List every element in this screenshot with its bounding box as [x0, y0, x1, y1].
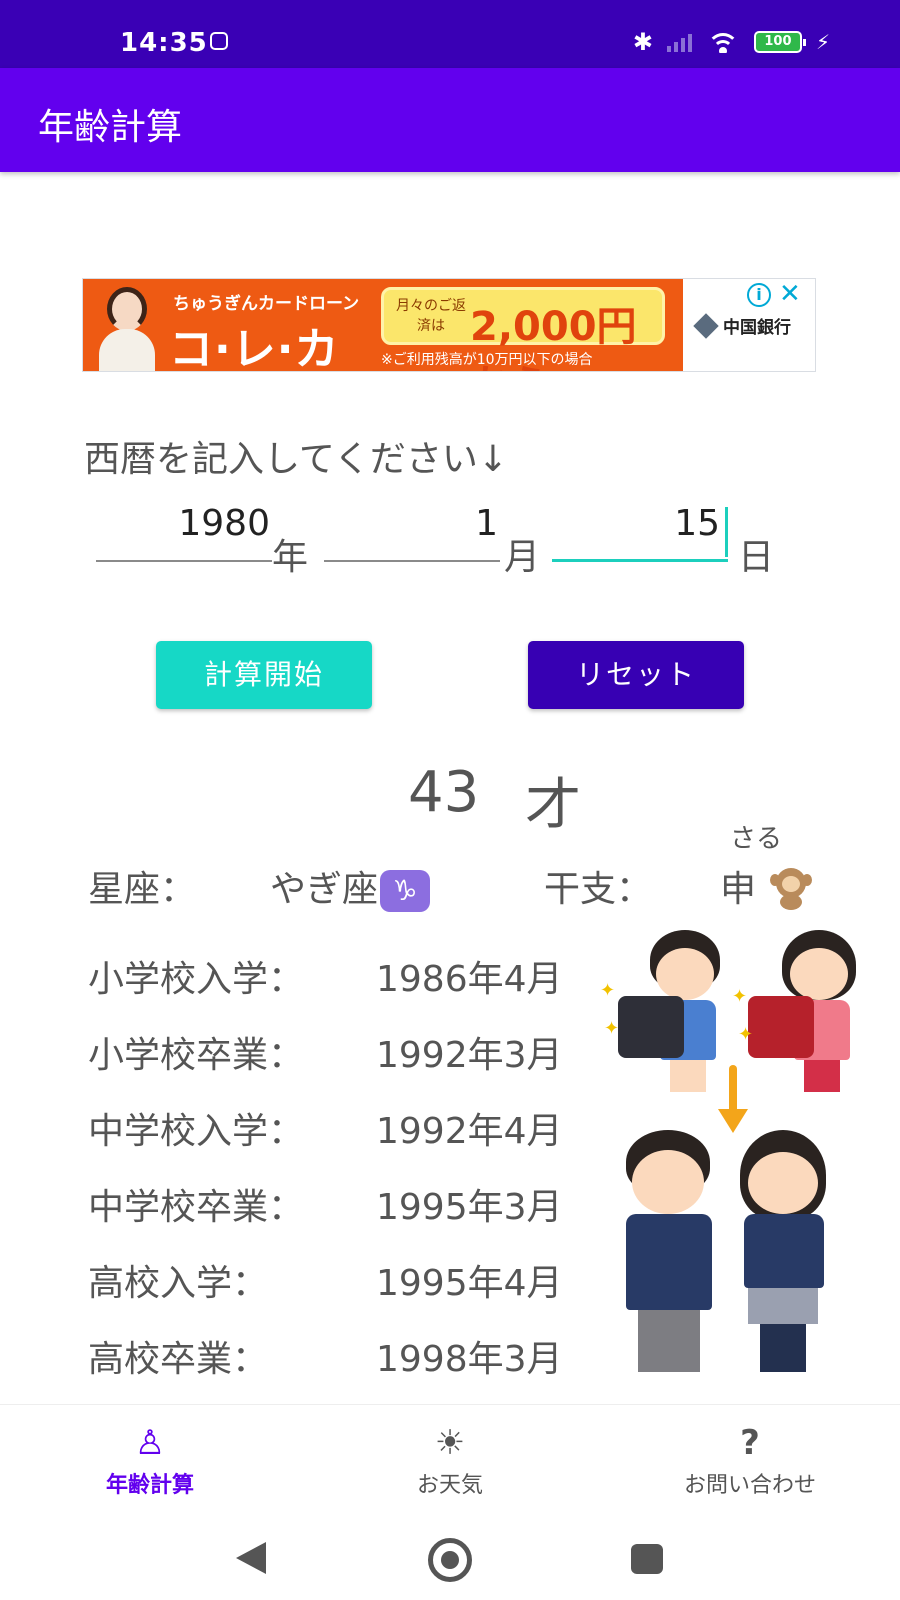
back-icon[interactable] [236, 1542, 266, 1574]
high-school-entry-label: 高校入学： [88, 1263, 269, 1304]
notification-icon [210, 32, 228, 50]
app-bar: 年齢計算 [0, 68, 900, 172]
app-title: 年齢計算 [38, 107, 183, 148]
sparkle-icon: ✦ [604, 1018, 620, 1039]
constellation-label: 星座： [88, 869, 197, 910]
age-value: 43 [408, 760, 480, 825]
cell-signal-icon [666, 32, 692, 52]
reset-button[interactable]: リセット [528, 641, 744, 709]
bluetooth-icon: ✱ [632, 28, 653, 56]
high-school-graduation-label: 高校卒業： [88, 1339, 269, 1380]
ad-banner[interactable]: ちゅうぎんカードローン コ·レ·カ 月々のご返済は 2,000円から ※ご利用残… [82, 278, 816, 372]
monkey-icon [768, 864, 814, 910]
elementary-entry-label: 小学校入学： [88, 959, 305, 1000]
sparkle-icon: ✦ [738, 1024, 754, 1045]
ad-note: ※ご利用残高が10万円以下の場合 [381, 352, 593, 368]
status-time: 14:35 [120, 28, 208, 58]
text-caret [725, 507, 728, 557]
nav-item-age-calc[interactable]: ♙ 年齢計算 [0, 1405, 300, 1519]
calculate-button[interactable]: 計算開始 [156, 641, 372, 709]
ad-info-icon[interactable]: i [747, 283, 771, 307]
month-unit-label: 月 [504, 537, 541, 578]
day-input[interactable]: 15 [552, 500, 728, 562]
charging-icon: ⚡ [815, 30, 830, 54]
ad-bank-name: 中国銀行 [723, 318, 791, 338]
year-unit-label: 年 [272, 537, 309, 578]
nav-label-weather: お天気 [416, 1473, 483, 1498]
recent-apps-icon[interactable] [631, 1544, 663, 1574]
black-randoseru [618, 996, 684, 1058]
month-input[interactable]: 1 [324, 500, 500, 562]
ad-sponsor[interactable]: i ✕ 中国銀行 [683, 279, 815, 371]
sun-icon: ☀ [434, 1423, 466, 1463]
person-icon: ♙ [134, 1423, 166, 1463]
students-illustration: ✦ ✦ ✦ ✦ [600, 930, 890, 1380]
constellation-value: やぎ座 ♑ [270, 860, 431, 912]
bank-logo-icon [693, 313, 719, 339]
arrow-down-icon [718, 1065, 748, 1141]
battery-icon: 100 [753, 31, 806, 53]
ad-offer-box: 月々のご返済は 2,000円から [381, 287, 665, 371]
high-school-graduation-value: 1998年3月 [376, 1339, 563, 1380]
junior-high-graduation-value: 1995年3月 [376, 1187, 563, 1228]
high-school-entry-value: 1995年4月 [376, 1263, 563, 1304]
year-input[interactable]: 1980 [96, 500, 272, 562]
input-prompt: 西暦を記入してください↓ [84, 439, 509, 480]
nav-label-contact: お問い合わせ [683, 1473, 816, 1498]
bottom-navigation: ♙ 年齢計算 ☀ お天気 ? お問い合わせ [0, 1404, 900, 1518]
nav-label-age-calc: 年齢計算 [105, 1473, 194, 1498]
question-icon: ? [740, 1423, 760, 1463]
nav-item-weather[interactable]: ☀ お天気 [300, 1405, 600, 1519]
elementary-entry-value: 1986年4月 [376, 959, 563, 1000]
ad-offer-small: 月々のご返済は [396, 298, 466, 334]
elementary-graduation-label: 小学校卒業： [88, 1035, 305, 1076]
junior-high-graduation-label: 中学校卒業： [88, 1187, 305, 1228]
system-navigation-bar [0, 1518, 900, 1600]
home-icon[interactable] [428, 1538, 472, 1582]
sparkle-icon: ✦ [732, 986, 748, 1007]
elementary-graduation-value: 1992年3月 [376, 1035, 563, 1076]
status-icons: ✱ 100 ⚡ [633, 28, 830, 56]
constellation-name: やぎ座 [270, 869, 379, 910]
red-randoseru [748, 996, 814, 1058]
junior-high-entry-label: 中学校入学： [88, 1111, 305, 1152]
ad-person-image [93, 283, 159, 371]
capricorn-icon: ♑ [380, 870, 431, 912]
day-unit-label: 日 [738, 537, 775, 578]
ad-creative[interactable]: ちゅうぎんカードローン コ·レ·カ 月々のご返済は 2,000円から ※ご利用残… [83, 279, 683, 371]
eto-value: 申 [720, 869, 757, 910]
ad-brand: コ·レ·カ [169, 324, 340, 372]
eto-label: 干支： [544, 869, 653, 910]
ad-close-icon[interactable]: ✕ [779, 279, 801, 309]
nav-item-contact[interactable]: ? お問い合わせ [600, 1405, 900, 1519]
junior-high-entry-value: 1992年4月 [376, 1111, 563, 1152]
eto-reading: さる [730, 824, 783, 854]
status-bar: 14:35 ✱ 100 ⚡ [0, 0, 900, 68]
sparkle-icon: ✦ [600, 980, 616, 1001]
wifi-icon [706, 31, 740, 53]
ad-subtitle: ちゅうぎんカードローン [173, 294, 360, 314]
age-unit: 才 [525, 773, 581, 838]
